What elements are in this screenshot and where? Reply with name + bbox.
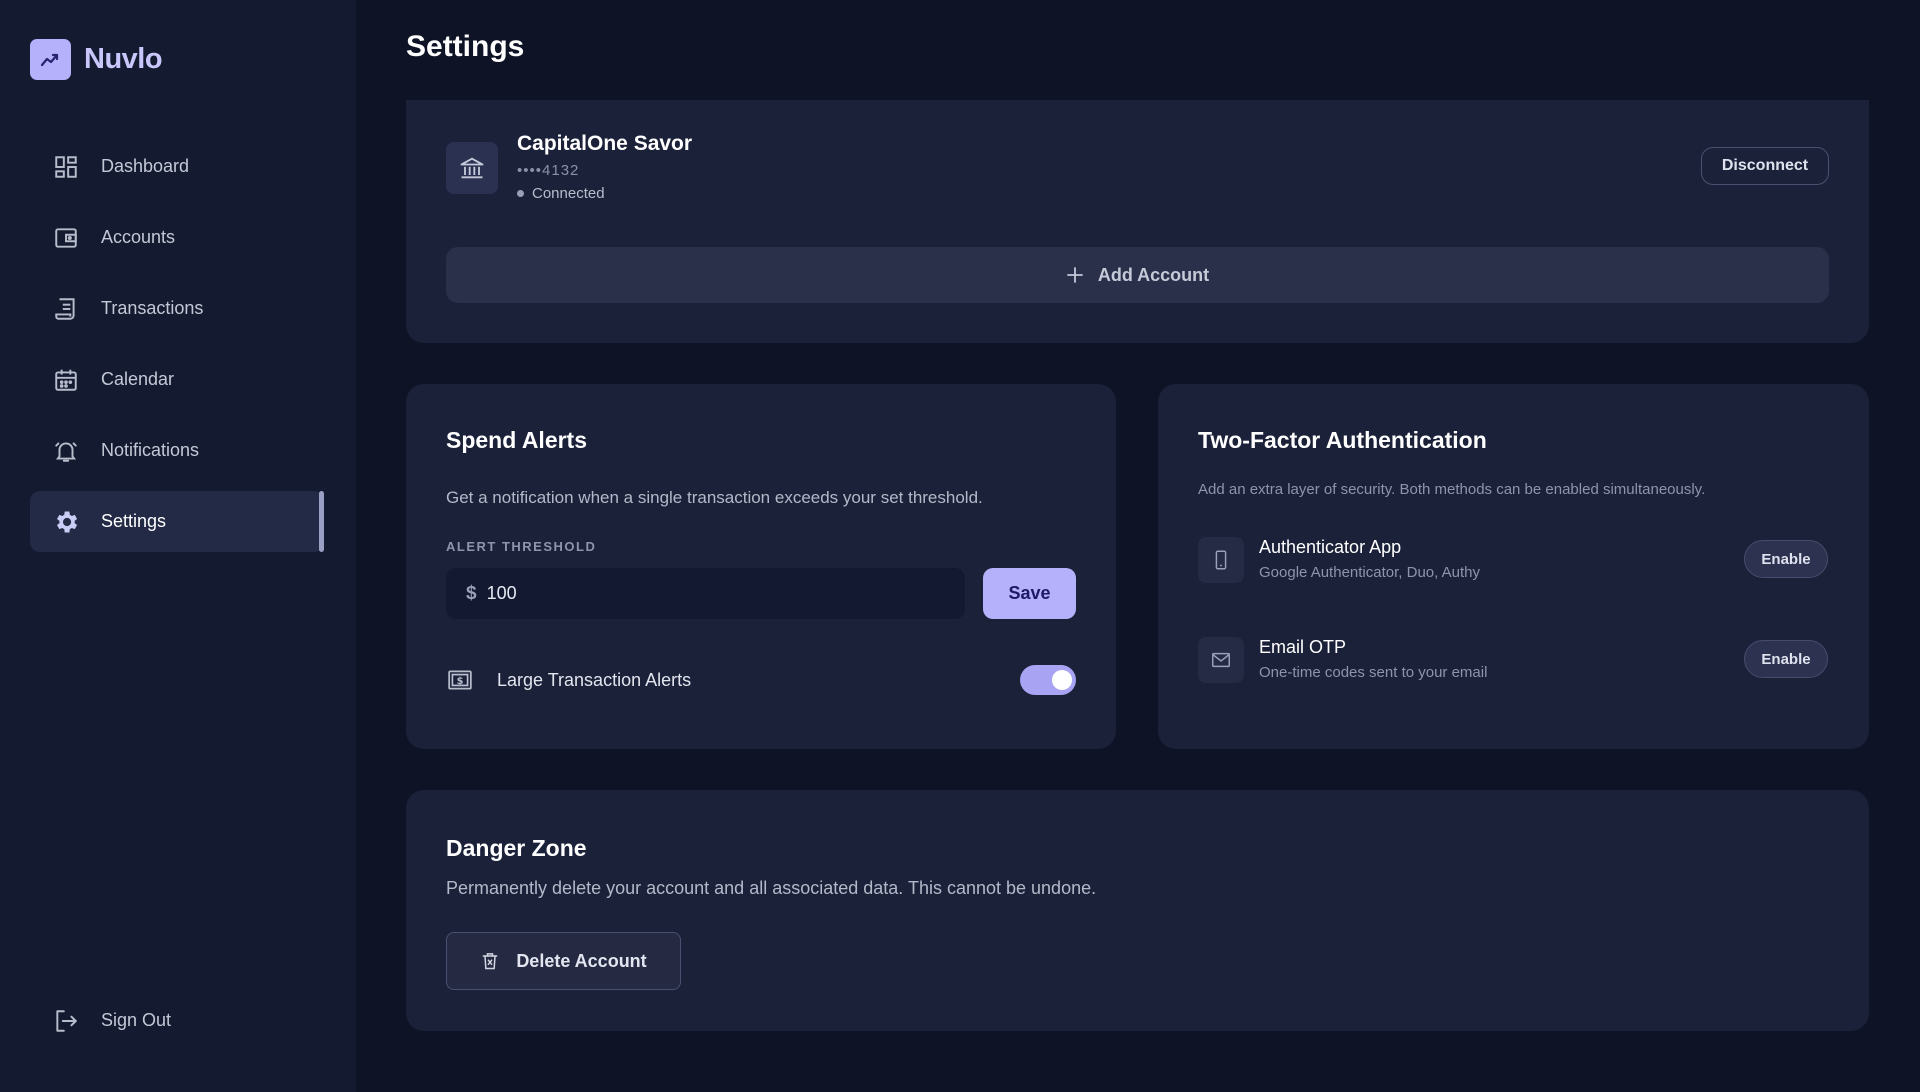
sidebar-item-dashboard[interactable]: Dashboard	[30, 136, 324, 197]
sidebar-nav: Dashboard Accounts Transactions Calendar…	[30, 136, 324, 562]
receipt-icon	[52, 295, 80, 323]
brand[interactable]: Nuvlo	[30, 39, 163, 80]
sidebar-item-label: Settings	[101, 511, 167, 531]
alert-threshold-label: ALERT THRESHOLD	[446, 539, 597, 554]
disconnect-button[interactable]: Disconnect	[1701, 147, 1829, 185]
page-title: Settings	[406, 30, 525, 63]
sidebar-item-label: Notifications	[101, 440, 200, 460]
sidebar-item-label: Accounts	[101, 227, 176, 247]
main-content: Settings CapitalOne Savor ••••4132 Conne…	[356, 0, 1920, 1092]
spend-alerts-card: Spend Alerts Get a notification when a s…	[406, 384, 1116, 749]
spend-alerts-description: Get a notification when a single transac…	[446, 488, 983, 507]
alert-threshold-field[interactable]: $	[446, 568, 965, 619]
status-dot-icon	[517, 190, 524, 197]
large-transaction-alerts-label: Large Transaction Alerts	[497, 669, 692, 690]
svg-text:$: $	[457, 676, 464, 687]
large-transaction-alerts-toggle[interactable]	[1020, 665, 1076, 695]
brand-logo-icon	[30, 39, 71, 80]
authenticator-app-row: Authenticator App Google Authenticator, …	[1198, 537, 1828, 587]
account-name: CapitalOne Savor	[517, 132, 693, 155]
account-status-label: Connected	[532, 185, 605, 202]
enable-authenticator-button[interactable]: Enable	[1744, 540, 1828, 578]
dashboard-icon	[52, 153, 80, 181]
brand-name: Nuvlo	[84, 43, 163, 75]
danger-zone-title: Danger Zone	[446, 835, 587, 861]
alert-threshold-input[interactable]	[484, 582, 929, 605]
sidebar: Nuvlo Dashboard Accounts Transactions Ca…	[0, 0, 356, 1092]
save-button[interactable]: Save	[983, 568, 1076, 619]
add-account-button[interactable]: Add Account	[446, 247, 1829, 303]
gear-icon	[52, 508, 80, 536]
sign-out-label: Sign Out	[101, 1010, 172, 1030]
sidebar-item-notifications[interactable]: Notifications	[30, 420, 324, 481]
calendar-icon	[52, 366, 80, 394]
danger-zone-card: Danger Zone Permanently delete your acco…	[406, 790, 1869, 1031]
email-otp-row: Email OTP One-time codes sent to your em…	[1198, 637, 1828, 687]
bell-icon	[52, 437, 80, 465]
mail-icon	[1198, 637, 1244, 683]
sidebar-item-label: Dashboard	[101, 156, 190, 176]
sidebar-item-label: Transactions	[101, 298, 204, 318]
two-factor-card: Two-Factor Authentication Add an extra l…	[1158, 384, 1869, 749]
enable-email-otp-button[interactable]: Enable	[1744, 640, 1828, 678]
email-otp-title: Email OTP	[1259, 637, 1347, 657]
spend-alerts-title: Spend Alerts	[446, 427, 588, 453]
money-icon: $	[446, 666, 474, 694]
authenticator-app-subtitle: Google Authenticator, Duo, Authy	[1259, 564, 1480, 581]
phone-icon	[1198, 537, 1244, 583]
account-number-mask: ••••4132	[517, 162, 580, 179]
wallet-icon	[52, 224, 80, 252]
bank-icon	[446, 142, 498, 194]
large-transaction-alerts-row: $ Large Transaction Alerts	[446, 660, 1076, 700]
trash-icon	[480, 951, 500, 971]
sidebar-item-settings[interactable]: Settings	[30, 491, 324, 552]
sidebar-item-label: Calendar	[101, 369, 175, 389]
delete-account-label: Delete Account	[516, 950, 647, 971]
sidebar-item-accounts[interactable]: Accounts	[30, 207, 324, 268]
logout-icon	[52, 1007, 80, 1035]
sidebar-item-transactions[interactable]: Transactions	[30, 278, 324, 339]
app-root: Nuvlo Dashboard Accounts Transactions Ca…	[0, 0, 1920, 1092]
two-factor-title: Two-Factor Authentication	[1198, 427, 1487, 453]
toggle-knob	[1052, 670, 1072, 690]
linked-accounts-card: CapitalOne Savor ••••4132 Connected Disc…	[406, 100, 1869, 343]
sidebar-item-calendar[interactable]: Calendar	[30, 349, 324, 410]
delete-account-button[interactable]: Delete Account	[446, 932, 681, 990]
email-otp-subtitle: One-time codes sent to your email	[1259, 664, 1488, 681]
add-account-label: Add Account	[1097, 264, 1210, 285]
account-status: Connected	[517, 185, 605, 202]
plus-icon	[1066, 266, 1084, 284]
sign-out-button[interactable]: Sign Out	[30, 990, 324, 1051]
currency-symbol: $	[466, 582, 477, 604]
danger-zone-description: Permanently delete your account and all …	[446, 878, 1097, 898]
authenticator-app-title: Authenticator App	[1259, 537, 1402, 557]
two-factor-description: Add an extra layer of security. Both met…	[1198, 481, 1706, 498]
